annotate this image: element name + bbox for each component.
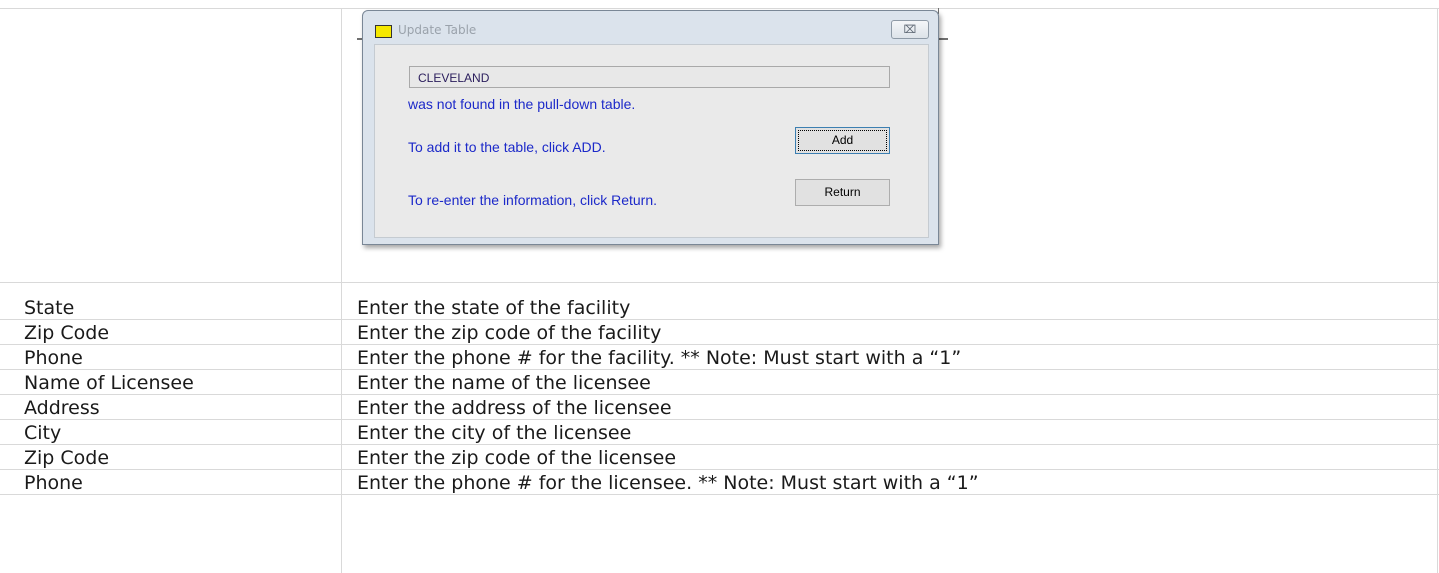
table-row: Phone Enter the phone # for the licensee… xyxy=(0,472,1439,494)
return-instruction: To re-enter the information, click Retur… xyxy=(408,192,657,208)
field-description: Enter the zip code of the facility xyxy=(357,322,662,344)
return-button[interactable]: Return xyxy=(795,179,890,206)
row-separator xyxy=(0,369,1439,370)
update-table-dialog: Update Table ⌧ CLEVELAND was not found i… xyxy=(362,10,939,245)
field-description: Enter the name of the licensee xyxy=(357,372,651,394)
table-row: Address Enter the address of the license… xyxy=(0,397,1439,419)
table-row: Name of Licensee Enter the name of the l… xyxy=(0,372,1439,394)
row-separator xyxy=(0,494,1439,495)
field-name: City xyxy=(24,422,62,444)
entered-value-field: CLEVELAND xyxy=(409,66,890,88)
field-description: Enter the phone # for the facility. ** N… xyxy=(357,347,962,369)
dialog-title: Update Table xyxy=(398,23,477,37)
field-description: Enter the state of the facility xyxy=(357,297,631,319)
table-top-border xyxy=(0,8,1439,9)
underlying-window-edge xyxy=(938,38,948,40)
field-description: Enter the city of the licensee xyxy=(357,422,632,444)
add-button[interactable]: Add xyxy=(795,127,890,154)
close-button[interactable]: ⌧ xyxy=(891,20,929,39)
field-name: Phone xyxy=(24,347,83,369)
field-name: Phone xyxy=(24,472,83,494)
field-name: Name of Licensee xyxy=(24,372,194,394)
row-separator xyxy=(0,394,1439,395)
table-row: Phone Enter the phone # for the facility… xyxy=(0,347,1439,369)
row-separator xyxy=(0,444,1439,445)
field-name: Address xyxy=(24,397,100,419)
row-separator xyxy=(0,319,1439,320)
field-name: State xyxy=(24,297,75,319)
dialog-titlebar[interactable]: Update Table ⌧ xyxy=(363,11,938,41)
row-separator xyxy=(0,282,1439,283)
field-name: Zip Code xyxy=(24,447,110,469)
dialog-body: CLEVELAND was not found in the pull-down… xyxy=(374,44,929,238)
row-separator xyxy=(0,419,1439,420)
table-row: Zip Code Enter the zip code of the licen… xyxy=(0,447,1439,469)
field-description: Enter the zip code of the licensee xyxy=(357,447,677,469)
table-row: City Enter the city of the licensee xyxy=(0,422,1439,444)
not-found-message: was not found in the pull-down table. xyxy=(408,96,636,112)
table-row: Zip Code Enter the zip code of the facil… xyxy=(0,322,1439,344)
table-row: State Enter the state of the facility xyxy=(0,297,1439,319)
row-separator xyxy=(0,469,1439,470)
field-name: Zip Code xyxy=(24,322,110,344)
field-description: Enter the address of the licensee xyxy=(357,397,672,419)
add-instruction: To add it to the table, click ADD. xyxy=(408,139,606,155)
row-separator xyxy=(0,344,1439,345)
folder-icon xyxy=(375,25,392,38)
field-description: Enter the phone # for the licensee. ** N… xyxy=(357,472,979,494)
